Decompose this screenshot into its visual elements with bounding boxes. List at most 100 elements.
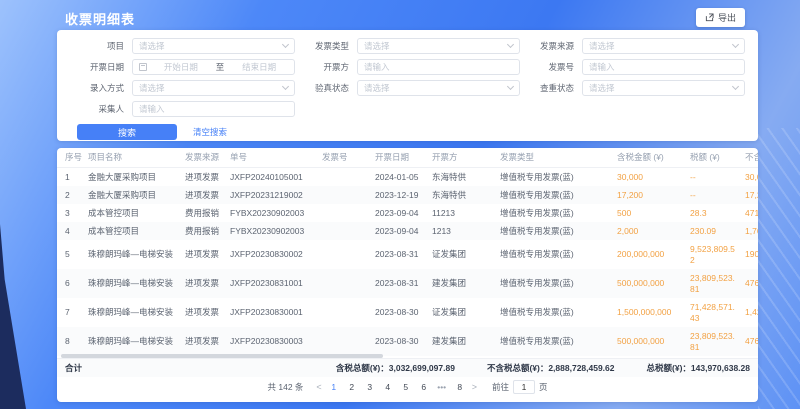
select-placeholder: 请选择 — [139, 40, 283, 52]
cell-amount-without-tax: 1,769.91 — [745, 222, 758, 240]
cell-project-name: 珠穆朗玛峰—电梯安装 — [88, 275, 185, 293]
page-button-1[interactable]: 1 — [327, 380, 341, 394]
cell-project-name: 珠穆朗玛峰—电梯安装 — [88, 333, 185, 351]
col-issuer: 开票方 — [432, 149, 500, 167]
page-button-6[interactable]: 6 — [417, 380, 431, 394]
cell-invoice-source: 进项发票 — [185, 304, 230, 322]
cell-invoice-source: 费用报销 — [185, 204, 230, 222]
verify-status-select[interactable]: 请选择 — [357, 80, 520, 96]
collector-input[interactable] — [139, 104, 288, 114]
page-button-8[interactable]: 8 — [453, 380, 467, 394]
cell-index: 7 — [65, 304, 88, 322]
table-row: 8 珠穆朗玛峰—电梯安装 进项发票 JXFP20230830003 2023-0… — [57, 327, 758, 356]
pagination-total: 共 142 条 — [268, 381, 304, 393]
cell-amount-without-tax: 30,000 — [745, 168, 758, 186]
cell-order-no: FYBX20230902003 — [230, 204, 322, 222]
goto-page-input[interactable] — [513, 380, 535, 394]
chevron-down-icon — [732, 41, 739, 48]
cell-amount-without-tax: 476,190,476.19 — [745, 275, 758, 293]
invoice-date-range-picker[interactable]: 开始日期 至 结束日期 — [132, 59, 295, 75]
cell-amount-with-tax: 200,000,000 — [617, 246, 690, 264]
chevron-down-icon — [507, 41, 514, 48]
table-body: 1 金融大厦采购项目 进项发票 JXFP20240105001 2024-01-… — [57, 168, 758, 356]
select-placeholder: 请选择 — [364, 82, 508, 94]
export-button[interactable]: 导出 — [696, 8, 745, 27]
cell-invoice-type: 增值税专用发票(蓝) — [500, 204, 617, 222]
field-label: 录入方式 — [69, 82, 124, 94]
page-button-2[interactable]: 2 — [345, 380, 359, 394]
cell-issuer: 证发集团 — [432, 304, 500, 322]
col-invoice-no: 发票号 — [322, 149, 375, 167]
cell-order-no: FYBX20230902003 — [230, 222, 322, 240]
date-range-separator: 至 — [216, 61, 225, 73]
table-row: 6 珠穆朗玛峰—电梯安装 进项发票 JXFP20230831001 2023-0… — [57, 269, 758, 298]
issuer-input[interactable] — [364, 62, 513, 72]
cell-amount-with-tax: 500,000,000 — [617, 333, 690, 351]
cell-invoice-date: 2023-08-31 — [375, 246, 432, 264]
search-button[interactable]: 搜索 — [77, 124, 177, 140]
cell-invoice-type: 增值税专用发票(蓝) — [500, 275, 617, 293]
field-label: 查重状态 — [519, 82, 574, 94]
filter-field-issuer: 开票方 — [294, 58, 519, 75]
cell-amount-with-tax: 500,000,000 — [617, 275, 690, 293]
field-label: 发票来源 — [519, 40, 574, 52]
summary-label: 合计 — [65, 362, 82, 374]
cell-invoice-type: 增值税专用发票(蓝) — [500, 304, 617, 322]
export-label: 导出 — [718, 11, 736, 24]
project-select[interactable]: 请选择 — [132, 38, 295, 54]
field-label: 项目 — [69, 40, 124, 52]
cell-tax: 28.3 — [690, 204, 745, 222]
cell-order-no: JXFP20231219002 — [230, 186, 322, 204]
dup-check-status-select[interactable]: 请选择 — [582, 80, 745, 96]
col-order-no: 单号 — [230, 149, 322, 167]
page-button-5[interactable]: 5 — [399, 380, 413, 394]
invoice-source-select[interactable]: 请选择 — [582, 38, 745, 54]
cell-issuer: 11213 — [432, 204, 500, 222]
cell-invoice-no — [322, 192, 375, 199]
table-row: 3 成本管控项目 费用报销 FYBX20230902003 2023-09-04… — [57, 204, 758, 222]
filter-field-invoice-type: 发票类型 请选择 — [294, 37, 519, 54]
page-button-4[interactable]: 4 — [381, 380, 395, 394]
clear-search-link[interactable]: 清空搜索 — [193, 126, 227, 138]
entry-method-select[interactable]: 请选择 — [132, 80, 295, 96]
filter-field-invoice-date: 开票日期 开始日期 至 结束日期 — [69, 58, 294, 75]
filter-field-entry-method: 录入方式 请选择 — [69, 79, 294, 96]
cell-invoice-type: 增值税专用发票(蓝) — [500, 246, 617, 264]
field-label: 开票日期 — [69, 61, 124, 73]
cell-tax: 230.09 — [690, 222, 745, 240]
cell-invoice-no — [322, 210, 375, 217]
cell-amount-without-tax: 17,200 — [745, 186, 758, 204]
cell-invoice-date: 2024-01-05 — [375, 168, 432, 186]
goto-suffix: 页 — [539, 381, 548, 393]
invoice-type-select[interactable]: 请选择 — [357, 38, 520, 54]
filter-field-project: 项目 请选择 — [69, 37, 294, 54]
cell-project-name: 金融大厦采购项目 — [88, 168, 185, 186]
invoice-table-panel: 序号 项目名称 发票来源 单号 发票号 开票日期 开票方 发票类型 含税金额 (… — [57, 148, 758, 402]
cell-invoice-no — [322, 228, 375, 235]
filter-field-invoice-source: 发票来源 请选择 — [519, 37, 744, 54]
prev-page-button[interactable]: < — [316, 382, 321, 392]
cell-invoice-source: 进项发票 — [185, 246, 230, 264]
invoice-no-input-wrap — [582, 59, 745, 75]
cell-invoice-date: 2023-08-30 — [375, 333, 432, 351]
cell-tax: -- — [690, 186, 745, 204]
table-row: 7 珠穆朗玛峰—电梯安装 进项发票 JXFP20230830001 2023-0… — [57, 298, 758, 327]
cell-invoice-date: 2023-08-30 — [375, 304, 432, 322]
cell-invoice-type: 增值税专用发票(蓝) — [500, 333, 617, 351]
cell-invoice-date: 2023-09-04 — [375, 204, 432, 222]
cell-amount-with-tax: 1,500,000,000 — [617, 304, 690, 322]
cell-order-no: JXFP20230830001 — [230, 304, 322, 322]
summary-row: 合计 含税总额(¥)：3,032,699,097.89 不含税总额(¥)：2,8… — [57, 358, 758, 377]
col-invoice-date: 开票日期 — [375, 149, 432, 167]
next-page-button[interactable]: > — [472, 382, 477, 392]
background-illustration — [0, 224, 26, 409]
filter-field-verify-status: 验真状态 请选择 — [294, 79, 519, 96]
cell-invoice-date: 2023-08-31 — [375, 275, 432, 293]
page-button-3[interactable]: 3 — [363, 380, 377, 394]
field-label: 采集人 — [69, 103, 124, 115]
cell-issuer: 建发集团 — [432, 333, 500, 351]
cell-amount-without-tax: 1,428,571,428.57 — [745, 304, 758, 322]
cell-amount-with-tax: 30,000 — [617, 168, 690, 186]
invoice-no-input[interactable] — [589, 62, 738, 72]
field-label: 发票类型 — [294, 40, 349, 52]
